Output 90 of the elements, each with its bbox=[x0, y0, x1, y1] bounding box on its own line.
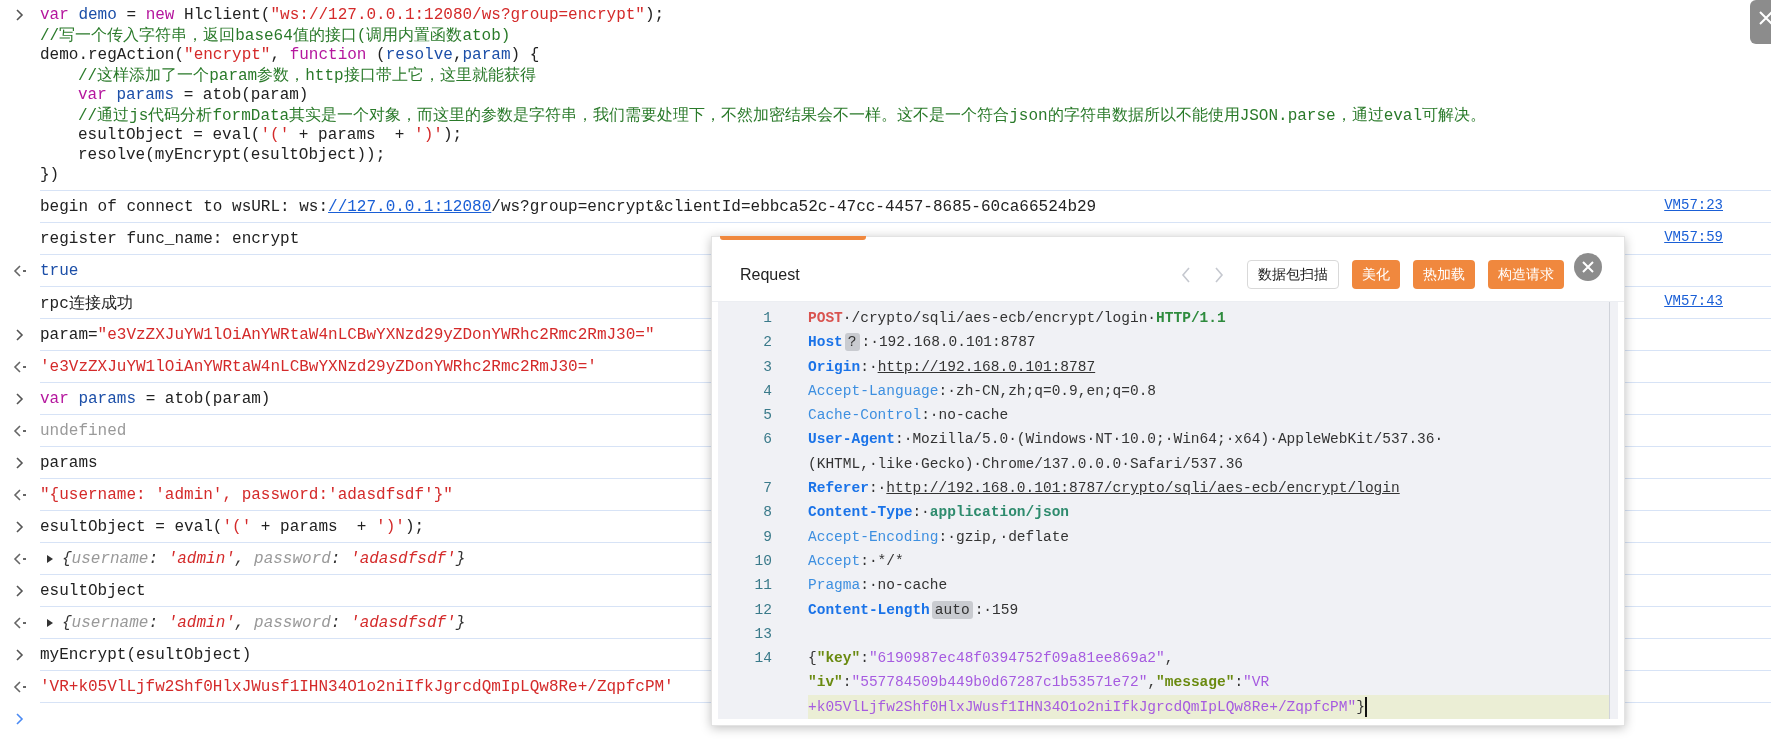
return-arrow-icon bbox=[13, 265, 27, 277]
code-text: :· bbox=[860, 357, 878, 377]
prompt-icon bbox=[16, 521, 24, 533]
code-line: resolve(myEncrypt(esultObject)); bbox=[78, 146, 386, 164]
object-preview-text: {username: 'admin', password: 'adasdfsdf'} bbox=[62, 614, 466, 632]
code-line: var params = atob(param) bbox=[78, 86, 309, 104]
code-line: (KHTML,·like·Gecko)·Chrome/137.0.0.0·Safari/537.36 bbox=[808, 454, 1244, 474]
url-link[interactable]: //127.0.0.1:12080 bbox=[328, 198, 492, 216]
return-arrow-icon bbox=[13, 489, 27, 501]
log-text: /ws?group=encrypt&clientId=ebbca52c-47cc-4457-8685-60ca66524b29 bbox=[491, 198, 1097, 216]
header-name: Referer bbox=[808, 479, 869, 499]
scan-button[interactable]: 数据包扫描 bbox=[1247, 260, 1339, 290]
return-arrow-icon bbox=[13, 361, 27, 373]
url-link[interactable]: http://192.168.0.101:8787 bbox=[877, 354, 1096, 379]
source-link[interactable]: VM57:43 bbox=[1664, 293, 1723, 309]
line-number: 10 bbox=[753, 551, 772, 571]
hint-badge: ? bbox=[844, 333, 860, 352]
code-line: "iv":"557784509b449b0d67287c1b53571e72","message":"VR bbox=[808, 673, 1270, 693]
code-text: :· bbox=[868, 479, 887, 499]
result-text: true bbox=[40, 262, 79, 280]
code-line: demo.regAction("encrypt", function (resolve,param) { bbox=[40, 46, 540, 64]
code-line: //通过js代码分析formData其实是一个对象，而这里的参数是字符串，我们需要处理下，不然加密结果会不一样。这不是一个符合json的字符串数据所以不能使用JSON.parse，通过eval可解决。 bbox=[78, 105, 1487, 126]
line-number: 3 bbox=[762, 357, 772, 377]
line-number: 7 bbox=[762, 479, 772, 499]
code-line: Cache-Control:·no-cache bbox=[808, 406, 1009, 426]
prompt-icon bbox=[16, 457, 24, 469]
result-text: 'VR+k05VlLjfw2Shf0HlxJWusf1IHN34O1o2niIfkJgrcdQmIpLQw8Re+/ZqpfcPM' bbox=[40, 678, 674, 696]
input-text: esultObject bbox=[40, 582, 146, 600]
code-line: esultObject = eval('(' + params + ')'); bbox=[78, 126, 463, 144]
prompt-icon bbox=[16, 393, 24, 405]
code-line: POST·/crypto/sqli/aes-ecb/encrypt/login·HTTP/1.1 bbox=[808, 308, 1226, 328]
input-text: params bbox=[40, 454, 98, 472]
log-text: register func_name: encrypt bbox=[40, 230, 300, 248]
code-line: //这样添加了一个param参数，http接口带上它，这里就能获得 bbox=[78, 65, 536, 86]
code-line: User-Agent:·Mozilla/5.0·(Windows·NT·10.0;·Win64;·x64)·AppleWebKit/537.36· bbox=[808, 430, 1444, 450]
code-line: //写一个传入字符串，返回base64值的接口(调用内置函数atob) bbox=[40, 25, 511, 46]
code-text: :·159 bbox=[974, 600, 1019, 620]
prompt-icon[interactable] bbox=[16, 713, 24, 725]
header-name: Origin bbox=[808, 357, 861, 377]
line-number: 4 bbox=[762, 381, 772, 401]
code-line: Content-Type:·application/json bbox=[808, 503, 1070, 523]
prompt-icon bbox=[16, 9, 24, 21]
line-number: 1 bbox=[762, 308, 772, 328]
panel-title: Request bbox=[740, 265, 800, 284]
line-number: 2 bbox=[762, 333, 772, 353]
input-text: param="e3VzZXJuYW1lOiAnYWRtaW4nLCBwYXNzd29yZDonYWRhc2Rmc2RmJ30=" bbox=[40, 326, 655, 344]
object-preview-text: {username: 'admin', password: 'adasdfsdf'} bbox=[62, 550, 466, 568]
code-line: var demo = new Hlclient("ws://127.0.0.1:12080/ws?group=encrypt"); bbox=[40, 6, 665, 24]
header-name: Host bbox=[808, 333, 843, 353]
close-icon[interactable] bbox=[1750, 0, 1771, 44]
text-cursor bbox=[1364, 696, 1367, 717]
input-text: esultObject = eval('(' + params + ')'); bbox=[40, 518, 425, 536]
line-number: 5 bbox=[762, 406, 772, 426]
code-line: Pragma:·no-cache bbox=[808, 576, 948, 596]
log-text: rpc连接成功 bbox=[40, 293, 133, 314]
code-line: }) bbox=[40, 166, 60, 184]
code-text: :·192.168.0.101:8787 bbox=[861, 333, 1036, 353]
expand-triangle-icon[interactable] bbox=[46, 618, 54, 628]
prompt-icon bbox=[16, 649, 24, 661]
url-link[interactable]: http://192.168.0.101:8787/crypto/sqli/aes-ecb/encrypt/login bbox=[886, 476, 1400, 501]
source-link[interactable]: VM57:59 bbox=[1664, 229, 1723, 245]
line-number: 9 bbox=[762, 527, 772, 547]
result-text: 'e3VzZXJuYW1lOiAnYWRtaW4nLCBwYXNzd29yZDonYWRhc2Rmc2RmJ30=' bbox=[40, 358, 597, 376]
input-text: myEncrypt(esultObject) bbox=[40, 646, 252, 664]
line-number: 14 bbox=[753, 649, 772, 669]
code-line: Accept:·*/* bbox=[808, 551, 904, 571]
return-arrow-icon bbox=[13, 553, 27, 565]
return-arrow-icon bbox=[13, 425, 27, 437]
code-line: +k05VlLjfw2Shf0HlxJWusf1IHN34O1o2niIfkJgrcdQmIpLQw8Re+/ZqpfcPM"} bbox=[808, 697, 1365, 717]
log-text: begin of connect to wsURL: ws: bbox=[40, 198, 329, 216]
header-name: Content-Length bbox=[808, 600, 930, 620]
line-number: 12 bbox=[753, 600, 772, 620]
line-number: 13 bbox=[753, 624, 772, 644]
line-number: 6 bbox=[762, 430, 772, 450]
code-line: {"key":"6190987ec48f0394752f09a81ee869a2", bbox=[808, 649, 1174, 669]
expand-triangle-icon[interactable] bbox=[46, 554, 54, 564]
result-text: "{username: 'admin', password:'adasdfsdf'}" bbox=[40, 486, 453, 504]
close-icon[interactable] bbox=[1574, 253, 1602, 281]
source-link[interactable]: VM57:23 bbox=[1664, 197, 1723, 213]
prompt-icon bbox=[16, 585, 24, 597]
prompt-icon bbox=[16, 329, 24, 341]
return-arrow-icon bbox=[13, 681, 27, 693]
code-line: Accept-Encoding:·gzip,·deflate bbox=[808, 527, 1070, 547]
line-number: 11 bbox=[753, 576, 772, 596]
result-text: undefined bbox=[40, 422, 127, 440]
line-number: 8 bbox=[762, 503, 772, 523]
input-text: var params = atob(param) bbox=[40, 390, 271, 408]
hint-badge: auto bbox=[931, 600, 973, 619]
code-line: Accept-Language:·zh-CN,zh;q=0.9,en;q=0.8 bbox=[808, 381, 1157, 401]
return-arrow-icon bbox=[13, 617, 27, 629]
